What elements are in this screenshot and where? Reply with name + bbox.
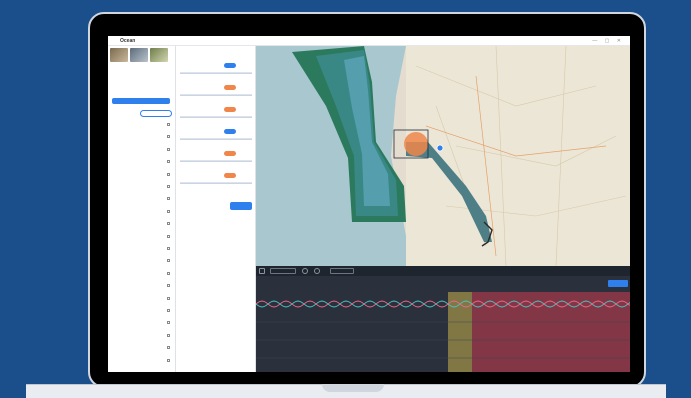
checkbox[interactable] — [167, 259, 170, 263]
app-screen: Ocean — ▢ ✕ — [108, 36, 630, 372]
filter-badge — [224, 173, 236, 178]
checkbox[interactable] — [167, 321, 170, 325]
layer-item[interactable] — [110, 134, 174, 139]
filter-pill-button[interactable] — [140, 110, 172, 117]
thumbnail-image[interactable] — [150, 48, 168, 62]
checkbox[interactable] — [167, 197, 170, 201]
laptop-frame: Ocean — ▢ ✕ — [88, 12, 646, 388]
window-controls[interactable]: — ▢ ✕ — [592, 38, 624, 44]
map-canvas[interactable] — [256, 46, 630, 266]
timeline-tabs — [260, 280, 620, 286]
calendar-icon[interactable] — [259, 268, 265, 274]
checkbox[interactable] — [167, 209, 170, 213]
filter-badge — [224, 85, 236, 90]
layer-section-header[interactable] — [110, 271, 174, 276]
filter-slider[interactable] — [180, 117, 252, 118]
layer-item[interactable] — [110, 246, 174, 251]
layer-item[interactable] — [110, 147, 174, 152]
play-icon[interactable] — [302, 268, 308, 274]
layer-item[interactable] — [110, 184, 174, 189]
checkbox[interactable] — [167, 271, 170, 275]
filter-badge — [224, 107, 236, 112]
layer-item[interactable] — [110, 345, 174, 350]
layer-item[interactable] — [110, 320, 174, 325]
checkbox[interactable] — [167, 222, 170, 226]
thumbnail-image[interactable] — [130, 48, 148, 62]
primary-button[interactable] — [112, 98, 170, 104]
layer-item[interactable] — [110, 308, 174, 313]
filter-slider[interactable] — [180, 183, 252, 184]
filter-slider[interactable] — [180, 95, 252, 96]
filter-block — [180, 85, 252, 104]
checkbox[interactable] — [167, 333, 170, 337]
filter-badge — [224, 129, 236, 134]
layers-panel — [108, 46, 176, 372]
date-from-field[interactable] — [270, 268, 296, 274]
filter-slider[interactable] — [180, 139, 252, 140]
filter-block — [180, 129, 252, 148]
checkbox[interactable] — [167, 160, 170, 164]
laptop-notch — [322, 384, 384, 392]
layer-item[interactable] — [110, 196, 174, 201]
layer-item[interactable] — [110, 333, 174, 338]
highlight-area[interactable] — [404, 132, 428, 156]
layer-section-header[interactable] — [110, 122, 174, 127]
date-to-field[interactable] — [330, 268, 354, 274]
checkbox[interactable] — [167, 284, 170, 288]
layer-item[interactable] — [110, 209, 174, 214]
location-marker[interactable] — [436, 144, 444, 152]
checkbox[interactable] — [167, 296, 170, 300]
layer-item[interactable] — [110, 296, 174, 301]
filter-badge — [224, 63, 236, 68]
layer-item[interactable] — [110, 159, 174, 164]
filter-badge — [224, 151, 236, 156]
filter-block — [180, 173, 252, 192]
export-button[interactable] — [608, 280, 628, 287]
layer-item[interactable] — [110, 283, 174, 288]
filter-panel — [176, 46, 256, 372]
thumbnail-image[interactable] — [110, 48, 128, 62]
checkbox[interactable] — [167, 172, 170, 176]
filter-block — [180, 63, 252, 82]
timeline-panel — [256, 266, 630, 372]
thumbnail-strip — [110, 48, 172, 64]
checkbox[interactable] — [167, 123, 170, 126]
map-view[interactable] — [256, 46, 630, 266]
layer-item[interactable] — [110, 258, 174, 263]
timeline-toolbar — [256, 266, 630, 276]
checkbox[interactable] — [167, 309, 170, 312]
filter-block — [180, 107, 252, 126]
apply-button[interactable] — [230, 202, 252, 210]
checkbox[interactable] — [167, 346, 170, 350]
filter-slider[interactable] — [180, 73, 252, 74]
checkbox[interactable] — [167, 147, 170, 151]
checkbox[interactable] — [167, 234, 170, 238]
clock-icon[interactable] — [314, 268, 320, 274]
filter-slider[interactable] — [180, 161, 252, 162]
filter-block — [180, 151, 252, 170]
title-bar: Ocean — ▢ ✕ — [108, 36, 630, 46]
checkbox[interactable] — [167, 135, 170, 139]
checkbox[interactable] — [167, 185, 170, 188]
checkbox[interactable] — [167, 358, 170, 362]
checkbox[interactable] — [167, 247, 170, 250]
layer-item[interactable] — [110, 221, 174, 226]
timeline-chart[interactable] — [256, 292, 630, 372]
app-title: Ocean — [120, 38, 136, 44]
layer-section-header[interactable] — [110, 172, 174, 177]
layer-item[interactable] — [110, 358, 174, 363]
layer-item[interactable] — [110, 234, 174, 239]
